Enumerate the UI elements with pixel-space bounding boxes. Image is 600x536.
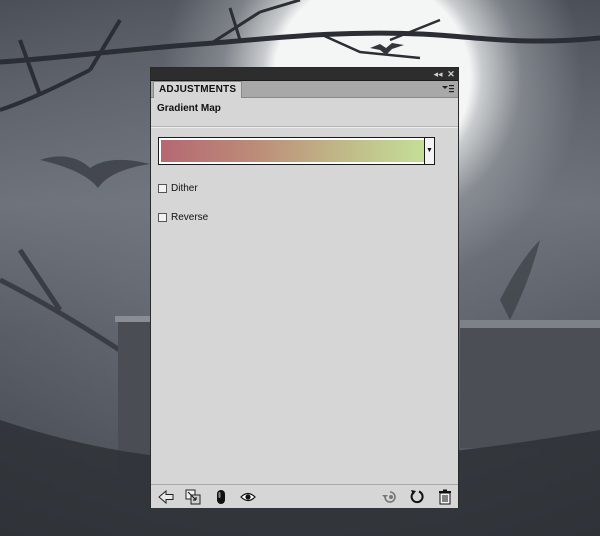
panel-menu-icon[interactable] <box>441 83 455 94</box>
reverse-option[interactable]: Reverse <box>158 210 208 224</box>
dither-option[interactable]: Dither <box>158 181 198 195</box>
reverse-checkbox[interactable] <box>158 212 167 222</box>
panel-titlebar: ◂◂ ✕ <box>151 68 458 81</box>
tab-adjustments[interactable]: ADJUSTMENTS <box>153 81 243 98</box>
clip-to-layer-icon[interactable] <box>184 488 202 506</box>
gradient-picker[interactable] <box>158 137 434 165</box>
panel-tabbar: ADJUSTMENTS <box>151 81 458 98</box>
reverse-label: Reverse <box>171 211 209 223</box>
visibility-eye-icon[interactable] <box>239 488 257 506</box>
trash-icon[interactable] <box>436 488 454 506</box>
back-arrow-icon[interactable] <box>157 488 175 506</box>
adjustments-panel: ◂◂ ✕ ADJUSTMENTS Gradient Map ▼ Dither R… <box>150 67 459 508</box>
layer-mask-icon[interactable] <box>212 488 230 506</box>
reset-icon[interactable] <box>408 488 426 506</box>
dither-label: Dither <box>171 182 198 194</box>
divider <box>151 126 458 128</box>
collapse-icon[interactable]: ◂◂ <box>432 68 444 80</box>
gradient-preview[interactable] <box>161 140 431 162</box>
close-icon[interactable]: ✕ <box>445 68 457 80</box>
adjustment-title: Gradient Map <box>157 103 221 114</box>
dither-checkbox[interactable] <box>158 183 167 193</box>
panel-bottom-toolbar <box>151 484 458 508</box>
view-previous-state-icon[interactable] <box>380 488 398 506</box>
gradient-dropdown-button[interactable]: ▼ <box>424 137 435 165</box>
